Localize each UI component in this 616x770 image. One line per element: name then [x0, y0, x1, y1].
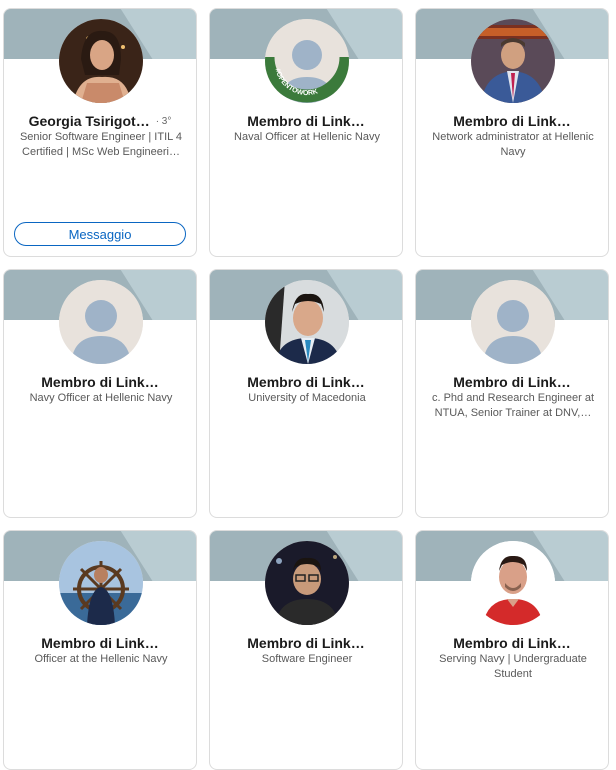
profile-name-row: Membro di Link…	[4, 635, 196, 653]
profile-avatar[interactable]	[265, 280, 349, 364]
profile-card[interactable]: #OPENTOWORK Membro di Link… Naval Office…	[209, 8, 403, 257]
profile-name[interactable]: Membro di Link…	[247, 113, 364, 129]
profile-name-row: Membro di Link…	[416, 113, 608, 131]
profile-card[interactable]: Membro di Link… Network administrator at…	[415, 8, 609, 257]
profile-card[interactable]: Membro di Link… c. Phd and Research Engi…	[415, 269, 609, 518]
profile-avatar[interactable]	[59, 19, 143, 103]
profile-headline: Navy Officer at Hellenic Navy	[29, 392, 173, 404]
profile-avatar[interactable]	[471, 541, 555, 625]
profile-name-row: Membro di Link…	[210, 113, 402, 131]
profile-headline: Naval Officer at Hellenic Navy	[234, 131, 380, 143]
profile-name[interactable]: Membro di Link…	[453, 635, 570, 651]
profile-headline: Senior Software Engineer | ITIL 4 Certif…	[19, 131, 183, 158]
profile-name[interactable]: Membro di Link…	[41, 374, 158, 390]
profile-name-row: Membro di Link…	[4, 374, 196, 392]
profile-card[interactable]: Membro di Link… University of Macedonia	[209, 269, 403, 518]
profile-avatar[interactable]	[471, 19, 555, 103]
profile-name[interactable]: Georgia Tsirigot…	[29, 113, 150, 129]
profile-name-row: Georgia Tsirigot… · 3°	[4, 113, 196, 131]
profile-name[interactable]: Membro di Link…	[247, 635, 364, 651]
profile-headline: Officer at the Hellenic Navy	[34, 653, 168, 665]
profile-name[interactable]: Membro di Link…	[41, 635, 158, 651]
profile-name[interactable]: Membro di Link…	[247, 374, 364, 390]
profile-headline: Network administrator at Hellenic Navy	[432, 131, 594, 158]
profile-card[interactable]: Georgia Tsirigot… · 3° Senior Software En…	[3, 8, 197, 257]
profile-card[interactable]: Membro di Link… Serving Navy | Undergrad…	[415, 530, 609, 770]
profile-name-row: Membro di Link…	[416, 374, 608, 392]
profile-card[interactable]: Membro di Link… Software Engineer	[209, 530, 403, 770]
profile-avatar[interactable]	[265, 541, 349, 625]
message-button[interactable]: Messaggio	[14, 222, 186, 246]
people-grid: Georgia Tsirigot… · 3° Senior Software En…	[3, 8, 609, 770]
profile-name-row: Membro di Link…	[210, 635, 402, 653]
profile-avatar[interactable]: #OPENTOWORK	[265, 19, 349, 103]
profile-avatar[interactable]	[59, 541, 143, 625]
profile-name-row: Membro di Link…	[416, 635, 608, 653]
profile-card[interactable]: Membro di Link… Navy Officer at Hellenic…	[3, 269, 197, 518]
profile-name[interactable]: Membro di Link…	[453, 113, 570, 129]
profile-name-row: Membro di Link…	[210, 374, 402, 392]
profile-headline: Software Engineer	[261, 653, 353, 665]
connection-degree: · 3°	[155, 116, 172, 127]
profile-card[interactable]: Membro di Link… Officer at the Hellenic …	[3, 530, 197, 770]
profile-avatar[interactable]	[471, 280, 555, 364]
profile-avatar[interactable]	[59, 280, 143, 364]
profile-headline: c. Phd and Research Engineer at NTUA, Se…	[431, 392, 595, 419]
profile-headline: Serving Navy | Undergraduate Student	[439, 653, 587, 680]
profile-name[interactable]: Membro di Link…	[453, 374, 570, 390]
profile-headline: University of Macedonia	[248, 392, 366, 404]
